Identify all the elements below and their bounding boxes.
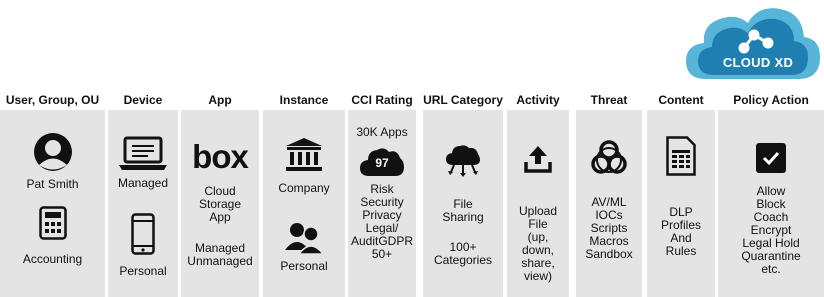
- column-header: Device: [123, 93, 163, 107]
- column-user-group-ou: User, Group, OU Pat Smith Accounting: [0, 93, 105, 297]
- column-panel: DLP Profiles And Rules: [647, 110, 715, 297]
- logo-text: CLOUD XD: [722, 55, 794, 70]
- user-name: Pat Smith: [26, 177, 79, 191]
- column-policy-action: Policy Action Allow Block Coach Encrypt …: [718, 93, 824, 297]
- threat-line: Sandbox: [585, 247, 633, 261]
- people-icon: [284, 220, 324, 254]
- upload-icon: [523, 144, 553, 174]
- device-personal: Personal: [119, 264, 167, 278]
- cloud-icon: 97: [359, 145, 405, 177]
- column-url-category: URL Category File Sharing 100+ Categorie…: [423, 93, 503, 297]
- column-panel: box Cloud Storage App Managed Unmanaged: [181, 110, 259, 297]
- app-line: App: [209, 210, 231, 224]
- column-panel: Upload File (up, down, share, view): [507, 110, 569, 297]
- cloud-sharing-icon: [445, 144, 481, 178]
- column-panel: Managed Personal: [108, 110, 178, 297]
- cloud-xd-logo: CLOUD XD: [684, 3, 822, 81]
- column-header: User, Group, OU: [5, 93, 100, 107]
- document-table-icon: [666, 136, 696, 176]
- policy-line: etc.: [761, 262, 781, 276]
- group-name: Accounting: [22, 252, 83, 266]
- biohazard-icon: [589, 138, 629, 178]
- box-logo: box: [192, 138, 249, 175]
- calculator-icon: [38, 206, 67, 240]
- laptop-icon: [118, 136, 168, 172]
- user-icon: [33, 132, 73, 172]
- column-content: Content DLP Profiles And Rules: [647, 93, 715, 297]
- checkbox-checked-icon: [755, 142, 787, 174]
- cci-line: 50+: [371, 247, 393, 261]
- instance-company: Company: [278, 181, 330, 195]
- column-panel: File Sharing 100+ Categories: [423, 110, 503, 297]
- column-header: Policy Action: [733, 93, 809, 107]
- app-unmanaged: Unmanaged: [187, 254, 253, 268]
- column-panel: AV/ML IOCs Scripts Macros Sandbox: [576, 110, 642, 297]
- url-line: Sharing: [442, 210, 484, 224]
- content-line: Rules: [665, 244, 697, 258]
- column-panel: Company Personal: [263, 110, 345, 297]
- column-device: Device Managed Personal: [108, 93, 178, 297]
- building-icon: [284, 137, 324, 173]
- url-line: Categories: [433, 253, 493, 267]
- column-instance: Instance Company Personal: [263, 93, 345, 297]
- column-threat: Threat AV/ML IOCs Scripts Macros Sandbox: [576, 93, 642, 297]
- device-managed: Managed: [117, 176, 169, 190]
- column-header: App: [208, 93, 232, 107]
- cci-apps: 30K Apps: [356, 125, 408, 139]
- column-header: Content: [658, 93, 704, 107]
- column-panel: Allow Block Coach Encrypt Legal Hold Qua…: [718, 110, 824, 297]
- column-header: URL Category: [423, 93, 503, 107]
- column-activity: Activity Upload File (up, down, share, v…: [507, 93, 569, 297]
- column-header: Activity: [516, 93, 560, 107]
- column-header: Threat: [590, 93, 628, 107]
- smartphone-icon: [131, 213, 155, 255]
- column-panel: Pat Smith Accounting: [0, 110, 105, 297]
- column-app: App box Cloud Storage App Managed Unmana…: [181, 93, 259, 297]
- instance-personal: Personal: [280, 259, 328, 273]
- column-panel: 30K Apps 97 Risk Security Privacy Legal/…: [348, 110, 416, 297]
- cci-score: 97: [375, 156, 389, 170]
- activity-line: view): [523, 269, 552, 283]
- column-header: CCI Rating: [351, 93, 413, 107]
- column-header: Instance: [279, 93, 329, 107]
- column-cci-rating: CCI Rating 30K Apps 97 Risk Security Pri…: [348, 93, 416, 297]
